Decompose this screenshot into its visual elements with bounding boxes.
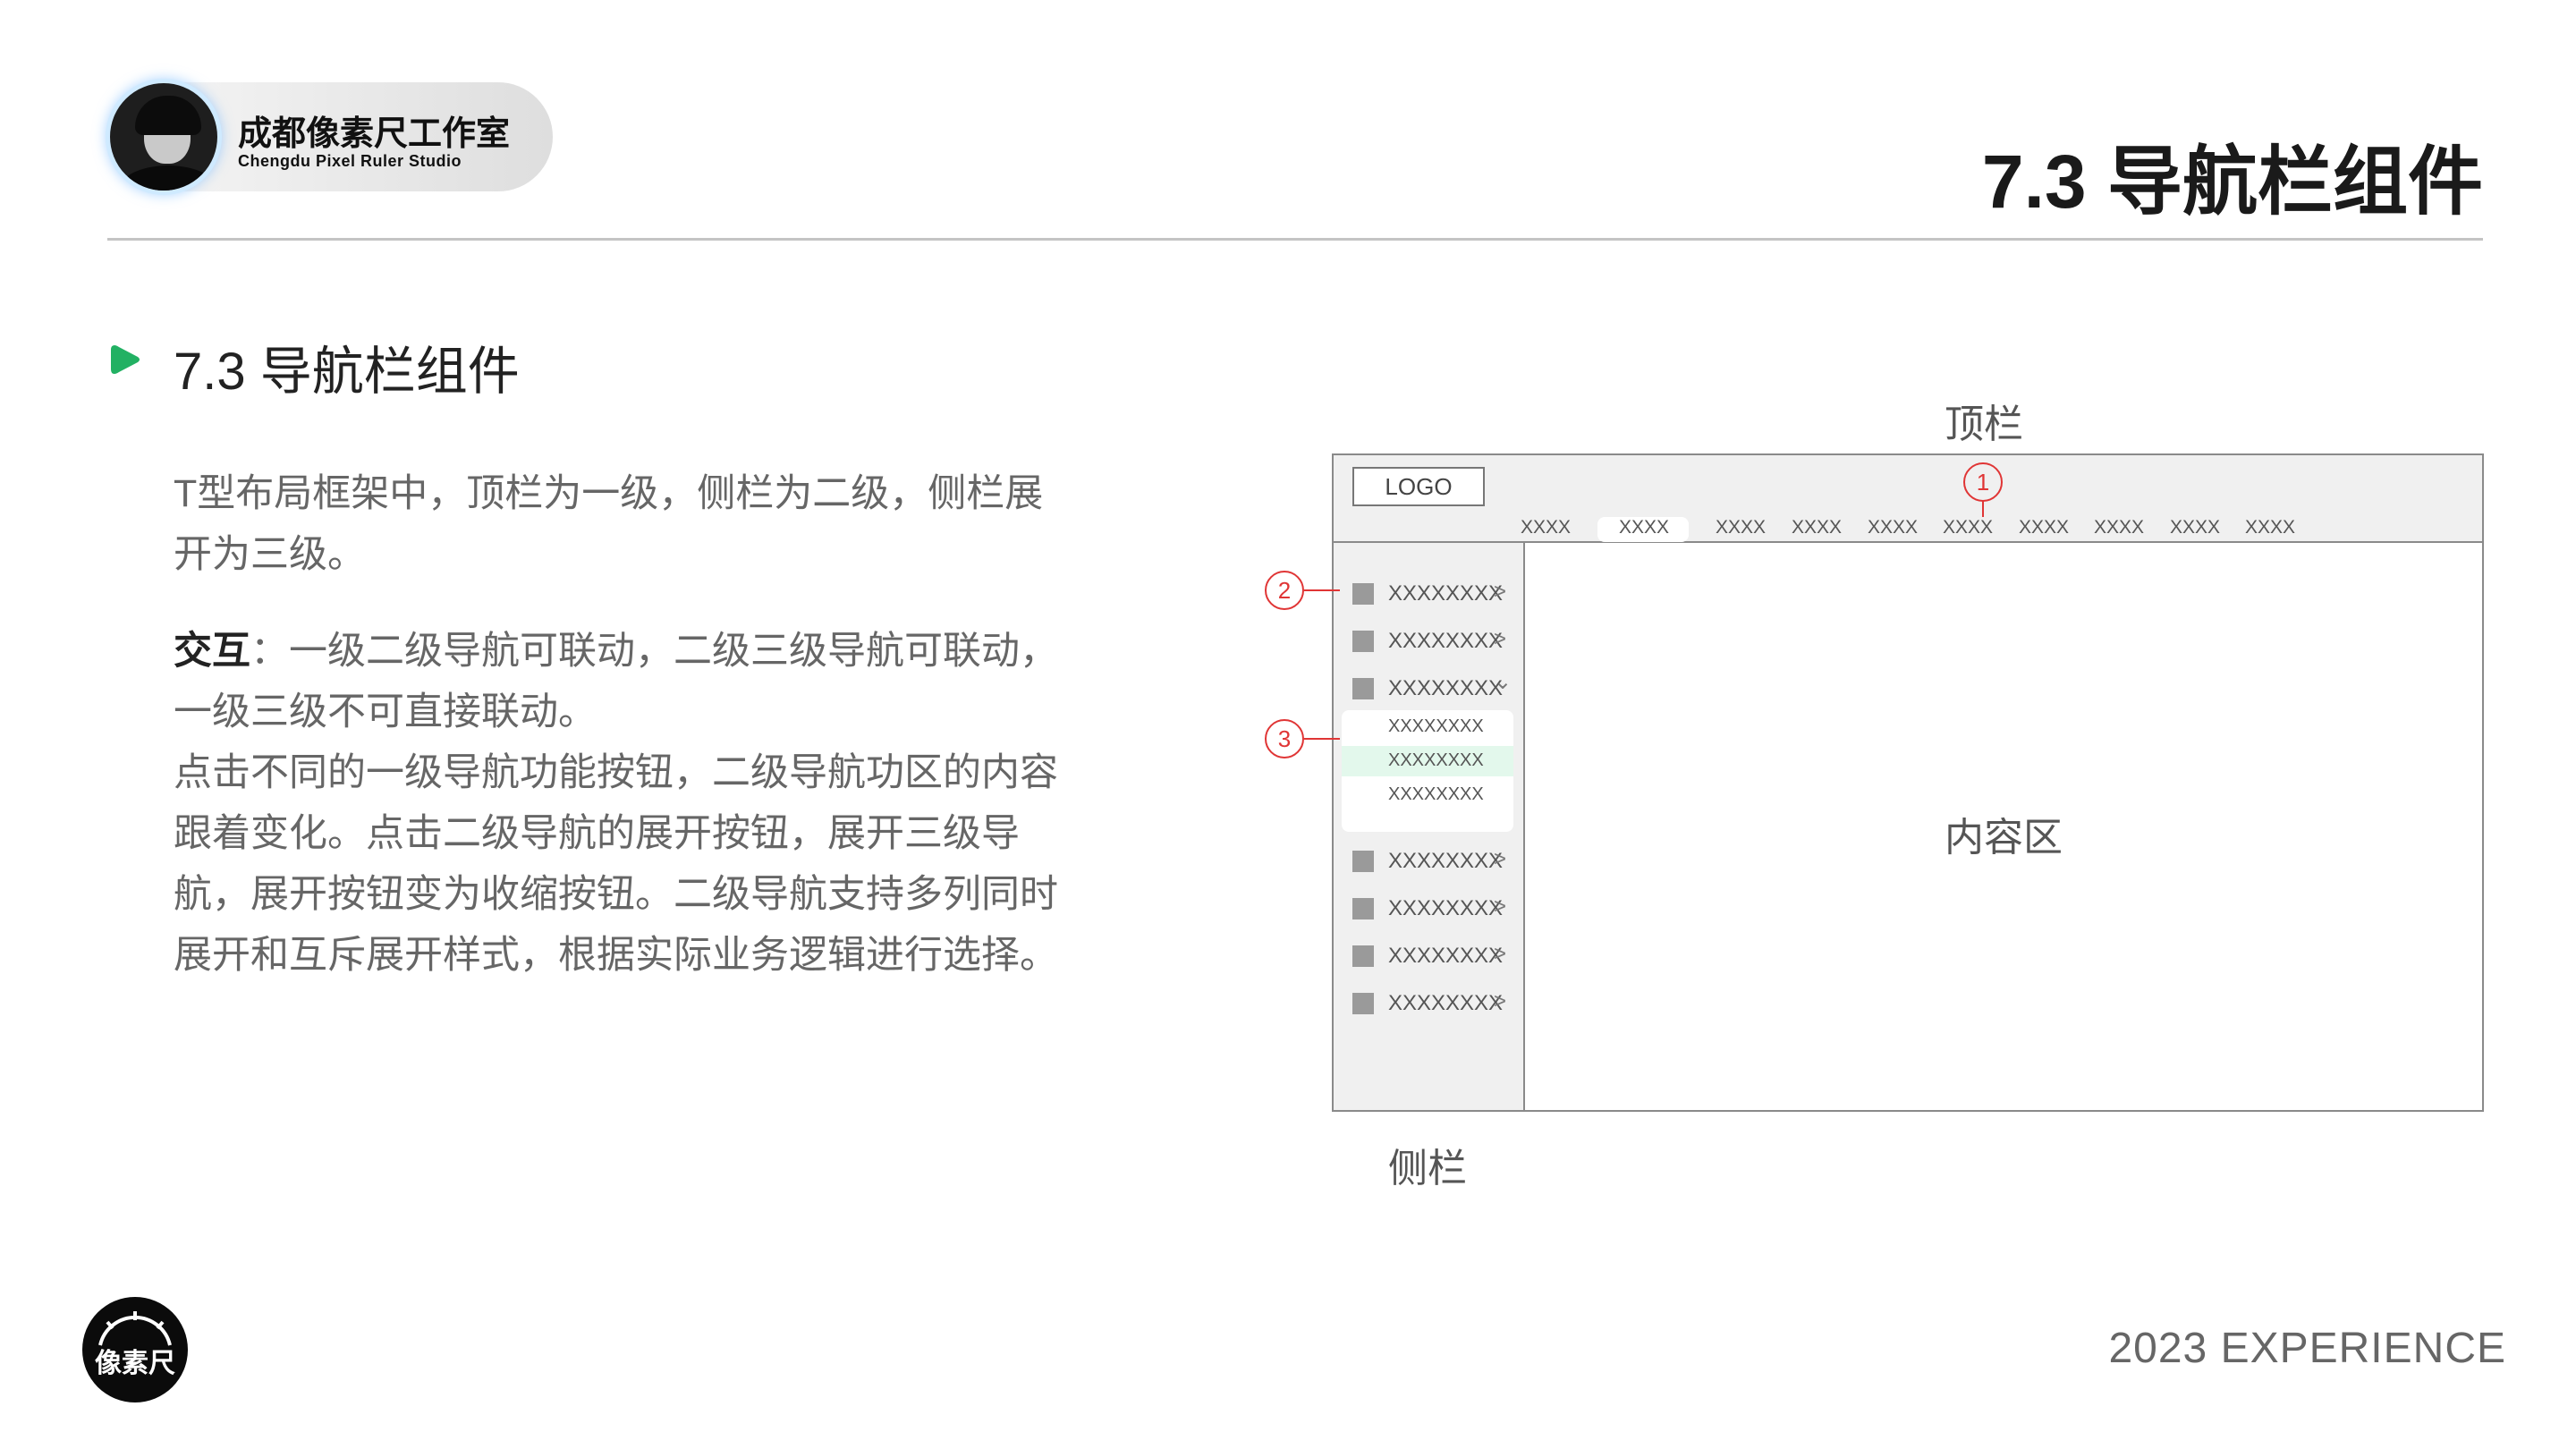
callout-marker-2: 2 xyxy=(1265,571,1304,610)
sub-nav-item: XXXXXXXX xyxy=(1388,784,1484,804)
top-nav-item: XXXX xyxy=(1943,517,1994,538)
side-nav-label: XXXXXXXX xyxy=(1388,629,1504,653)
top-nav-item: XXXX xyxy=(1716,517,1767,538)
side-nav-label: XXXXXXXX xyxy=(1388,676,1504,700)
side-nav-icon xyxy=(1352,945,1374,967)
studio-logo-text: 像素尺 xyxy=(95,1348,175,1379)
side-nav-label: XXXXXXXX xyxy=(1388,991,1504,1015)
top-nav-item: XXXX xyxy=(2094,517,2145,538)
side-nav-label: XXXXXXXX xyxy=(1388,581,1504,606)
sub-nav-item: XXXXXXXX xyxy=(1388,716,1484,736)
top-nav-item-active: XXXX xyxy=(1619,517,1670,538)
footer-year-label: 2023 EXPERIENCE xyxy=(2108,1325,2506,1372)
side-nav-icon xyxy=(1352,898,1374,919)
topbar-label: 顶栏 xyxy=(1945,402,2023,446)
side-nav-label: XXXXXXXX xyxy=(1388,896,1504,920)
chevron-right-icon: > xyxy=(1494,627,1507,651)
side-nav-icon xyxy=(1352,993,1374,1014)
top-nav-item: XXXX xyxy=(2245,517,2296,538)
top-nav-item: XXXX xyxy=(1521,517,1572,538)
side-nav-label: XXXXXXXX xyxy=(1388,849,1504,873)
chevron-right-icon: > xyxy=(1494,989,1507,1013)
side-nav-icon xyxy=(1352,678,1374,699)
top-nav-item: XXXX xyxy=(2019,517,2070,538)
top-nav-item: XXXX xyxy=(2170,517,2221,538)
content-area-label: 内容区 xyxy=(1945,816,2063,860)
side-nav-icon xyxy=(1352,583,1374,605)
top-nav-item: XXXX xyxy=(1868,517,1919,538)
side-nav-icon xyxy=(1352,851,1374,872)
sub-nav-item-active: XXXXXXXX xyxy=(1388,750,1484,770)
sidebar-label: 侧栏 xyxy=(1388,1147,1467,1191)
chevron-down-icon: ⌄ xyxy=(1494,670,1513,694)
top-nav-item: XXXX xyxy=(1792,517,1843,538)
callout-marker-1: 1 xyxy=(1963,462,2003,502)
chevron-right-icon: > xyxy=(1494,942,1507,966)
chevron-right-icon: > xyxy=(1494,894,1507,919)
chevron-right-icon: > xyxy=(1494,580,1507,604)
callout-marker-3: 3 xyxy=(1265,719,1304,758)
chevron-right-icon: > xyxy=(1494,847,1507,871)
side-nav-label: XXXXXXXX xyxy=(1388,944,1504,968)
diagram-logo: LOGO xyxy=(1352,467,1485,506)
studio-logo-icon: 像素尺 xyxy=(82,1297,188,1402)
side-nav-icon xyxy=(1352,631,1374,652)
